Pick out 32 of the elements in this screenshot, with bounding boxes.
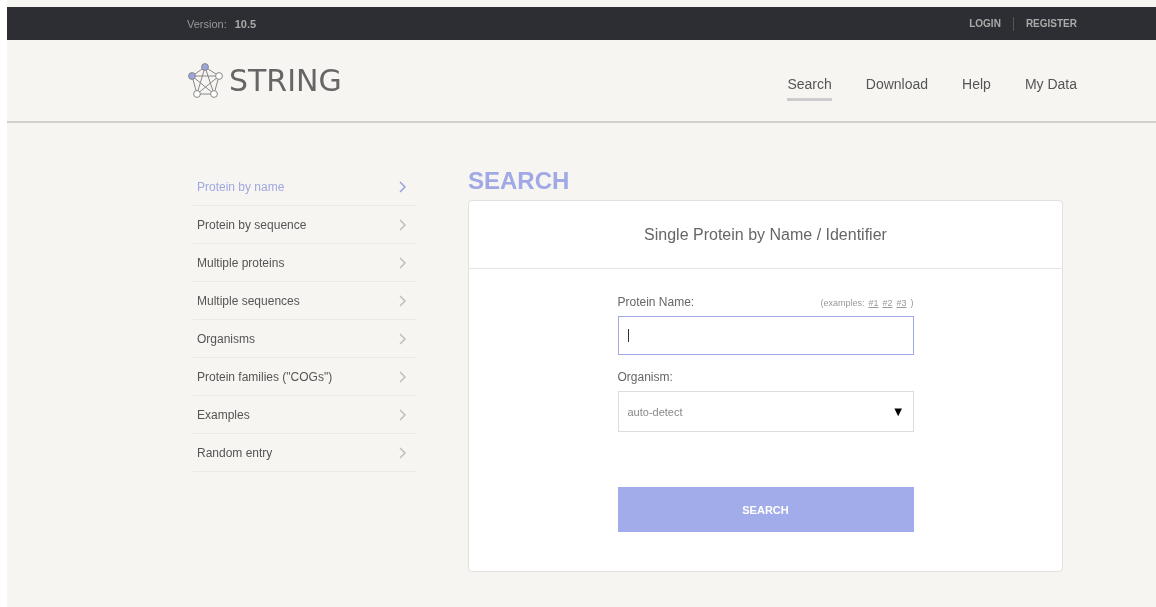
sidebar-item[interactable]: Protein families ("COGs") [193,358,416,396]
chevron-icon [399,370,406,383]
field-label: Protein Name: [617,295,695,309]
page-heading: SEARCH [468,168,571,194]
card-title: Single Protein by Name / Identifier [469,201,1062,269]
nav-tab[interactable]: Download [865,69,929,101]
sidebar-item[interactable]: Multiple sequences [193,282,416,320]
logo-text[interactable]: STRING [229,63,342,98]
examples-suffix: ) [910,298,914,308]
sidebar-item[interactable]: Multiple proteins [193,244,416,282]
nav-tab[interactable]: My Data [1024,69,1077,101]
organism-dropdown[interactable]: auto-detect ▼ [617,391,914,432]
chevron-icon [399,180,406,193]
nav-tab[interactable]: Help [962,69,991,101]
chevron-icon [399,332,406,345]
chevron-icon [399,408,406,421]
chevron-icon [399,218,406,231]
sidebar-item[interactable]: Examples [193,396,416,434]
examples-label: (examples: [820,298,865,308]
version-label: Version: [187,17,227,30]
field-label: Organism: [617,370,673,384]
version-number: 10.5 [234,17,257,30]
account-link[interactable]: REGISTER [1025,18,1077,29]
account-link[interactable]: LOGIN [969,18,1001,29]
sidebar-item[interactable]: Organisms [193,320,416,358]
chevron-icon [399,446,406,459]
sidebar-item[interactable]: Random entry [193,434,416,472]
chevron-icon [399,256,406,269]
chevron-icon [399,294,406,307]
sidebar-item[interactable]: Protein by sequence [193,206,416,244]
protein-name-field[interactable] [617,316,914,355]
nav-tab[interactable]: Search [787,69,832,101]
